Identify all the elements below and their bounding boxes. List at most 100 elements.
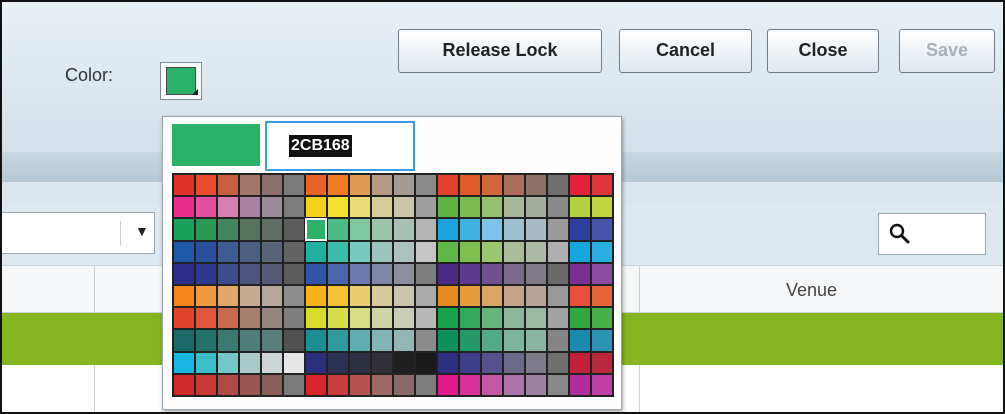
color-swatch-cell[interactable] (504, 308, 524, 329)
color-swatch-cell[interactable] (305, 218, 327, 241)
color-swatch-cell[interactable] (372, 241, 392, 262)
color-swatch-cell[interactable] (328, 219, 348, 240)
color-swatch-cell[interactable] (548, 197, 568, 218)
color-swatch-cell[interactable] (482, 330, 502, 351)
color-swatch-cell[interactable] (482, 263, 502, 284)
search-input[interactable] (878, 213, 986, 255)
color-swatch-cell[interactable] (504, 374, 524, 395)
color-swatch-cell[interactable] (174, 352, 194, 373)
color-swatch-cell[interactable] (306, 263, 326, 284)
color-swatch-cell[interactable] (438, 352, 458, 373)
color-swatch-cell[interactable] (196, 263, 216, 284)
color-swatch-cell[interactable] (482, 219, 502, 240)
color-swatch-cell[interactable] (284, 175, 304, 196)
color-swatch-cell[interactable] (592, 197, 612, 218)
color-swatch-cell[interactable] (350, 308, 370, 329)
color-swatch-cell[interactable] (306, 241, 326, 262)
color-swatch-cell[interactable] (218, 175, 238, 196)
color-swatch-cell[interactable] (394, 286, 414, 307)
color-swatch-cell[interactable] (174, 219, 194, 240)
color-swatch-cell[interactable] (328, 175, 348, 196)
color-swatch-cell[interactable] (504, 175, 524, 196)
color-swatch-cell[interactable] (526, 263, 546, 284)
color-swatch-cell[interactable] (394, 330, 414, 351)
color-swatch-cell[interactable] (548, 330, 568, 351)
color-swatch-cell[interactable] (592, 175, 612, 196)
color-swatch-cell[interactable] (218, 241, 238, 262)
color-swatch-cell[interactable] (394, 219, 414, 240)
color-swatch-cell[interactable] (438, 286, 458, 307)
cancel-button[interactable]: Cancel (619, 29, 752, 73)
color-swatch-cell[interactable] (416, 263, 436, 284)
color-swatch-cell[interactable] (284, 352, 304, 373)
color-swatch-cell[interactable] (196, 308, 216, 329)
color-swatch-cell[interactable] (262, 175, 282, 196)
close-button[interactable]: Close (767, 29, 879, 73)
color-swatch-cell[interactable] (174, 374, 194, 395)
color-swatch-cell[interactable] (284, 308, 304, 329)
color-swatch-cell[interactable] (460, 175, 480, 196)
color-swatch-cell[interactable] (416, 241, 436, 262)
color-swatch-cell[interactable] (328, 241, 348, 262)
color-swatch-cell[interactable] (218, 352, 238, 373)
color-swatch-cell[interactable] (548, 175, 568, 196)
color-swatch-cell[interactable] (504, 219, 524, 240)
color-swatch-cell[interactable] (196, 374, 216, 395)
color-swatch-cell[interactable] (306, 308, 326, 329)
color-swatch-cell[interactable] (438, 219, 458, 240)
color-swatch-cell[interactable] (262, 374, 282, 395)
color-swatch-cell[interactable] (174, 308, 194, 329)
color-swatch-cell[interactable] (438, 241, 458, 262)
color-swatch-cell[interactable] (284, 330, 304, 351)
color-swatch-cell[interactable] (218, 308, 238, 329)
color-swatch-cell[interactable] (526, 219, 546, 240)
venue-column-header[interactable]: Venue (786, 280, 837, 301)
color-swatch-cell[interactable] (218, 263, 238, 284)
color-swatch-cell[interactable] (174, 330, 194, 351)
color-swatch-cell[interactable] (262, 263, 282, 284)
color-swatch-cell[interactable] (240, 197, 260, 218)
filter-dropdown[interactable]: ▼ (2, 212, 155, 254)
color-swatch-cell[interactable] (372, 175, 392, 196)
color-swatch-cell[interactable] (350, 374, 370, 395)
color-swatch-cell[interactable] (372, 197, 392, 218)
color-swatch-cell[interactable] (482, 241, 502, 262)
color-swatch-cell[interactable] (416, 330, 436, 351)
color-swatch-cell[interactable] (460, 263, 480, 284)
color-swatch-cell[interactable] (438, 197, 458, 218)
color-swatch-cell[interactable] (416, 308, 436, 329)
color-swatch-cell[interactable] (570, 286, 590, 307)
color-swatch-cell[interactable] (504, 352, 524, 373)
color-swatch-cell[interactable] (328, 197, 348, 218)
color-swatch-cell[interactable] (526, 352, 546, 373)
color-swatch-cell[interactable] (350, 263, 370, 284)
color-swatch-cell[interactable] (416, 374, 436, 395)
color-swatch-cell[interactable] (372, 308, 392, 329)
color-swatch-cell[interactable] (350, 352, 370, 373)
color-swatch-cell[interactable] (328, 263, 348, 284)
release-lock-button[interactable]: Release Lock (398, 29, 602, 73)
color-swatch-cell[interactable] (372, 330, 392, 351)
color-swatch-cell[interactable] (218, 197, 238, 218)
color-swatch-cell[interactable] (526, 308, 546, 329)
color-swatch-cell[interactable] (570, 374, 590, 395)
color-swatch-cell[interactable] (306, 175, 326, 196)
color-swatch-cell[interactable] (460, 219, 480, 240)
color-swatch-cell[interactable] (504, 330, 524, 351)
color-swatch-cell[interactable] (482, 286, 502, 307)
color-swatch-cell[interactable] (482, 352, 502, 373)
color-swatch-cell[interactable] (306, 374, 326, 395)
color-swatch-cell[interactable] (460, 330, 480, 351)
color-swatch-cell[interactable] (306, 352, 326, 373)
color-swatch-cell[interactable] (350, 330, 370, 351)
color-swatch-cell[interactable] (460, 197, 480, 218)
color-swatch-cell[interactable] (438, 263, 458, 284)
color-swatch-cell[interactable] (526, 175, 546, 196)
color-swatch-cell[interactable] (218, 374, 238, 395)
color-swatch-cell[interactable] (460, 241, 480, 262)
color-swatch-cell[interactable] (416, 219, 436, 240)
color-swatch-cell[interactable] (196, 197, 216, 218)
color-swatch-cell[interactable] (350, 241, 370, 262)
color-swatch-cell[interactable] (240, 286, 260, 307)
color-swatch-cell[interactable] (438, 330, 458, 351)
